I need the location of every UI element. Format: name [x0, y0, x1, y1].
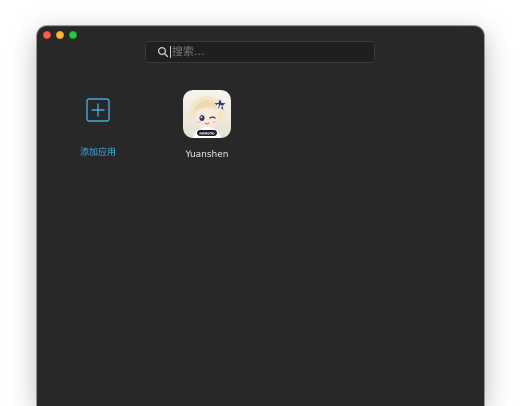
app-label-yuanshen[interactable]: Yuanshen	[185, 150, 228, 160]
plus-square-icon[interactable]	[86, 98, 110, 122]
app-badge-text: miHoYo	[199, 132, 215, 136]
yuanshen-app-icon[interactable]: miHoYo	[183, 90, 231, 138]
search-bar[interactable]	[145, 41, 375, 63]
add-app-label[interactable]: 添加应用	[80, 145, 116, 158]
close-button[interactable]	[43, 31, 51, 39]
add-app-tile[interactable]: 添加应用	[73, 98, 123, 158]
search-icon	[157, 46, 169, 58]
app-tile-yuanshen[interactable]: miHoYo Yuanshen	[177, 90, 237, 160]
minimize-button[interactable]	[56, 31, 64, 39]
maximize-button[interactable]	[69, 31, 77, 39]
search-input[interactable]	[170, 46, 362, 58]
window-controls	[43, 31, 77, 39]
app-window: 添加应用	[37, 26, 484, 406]
